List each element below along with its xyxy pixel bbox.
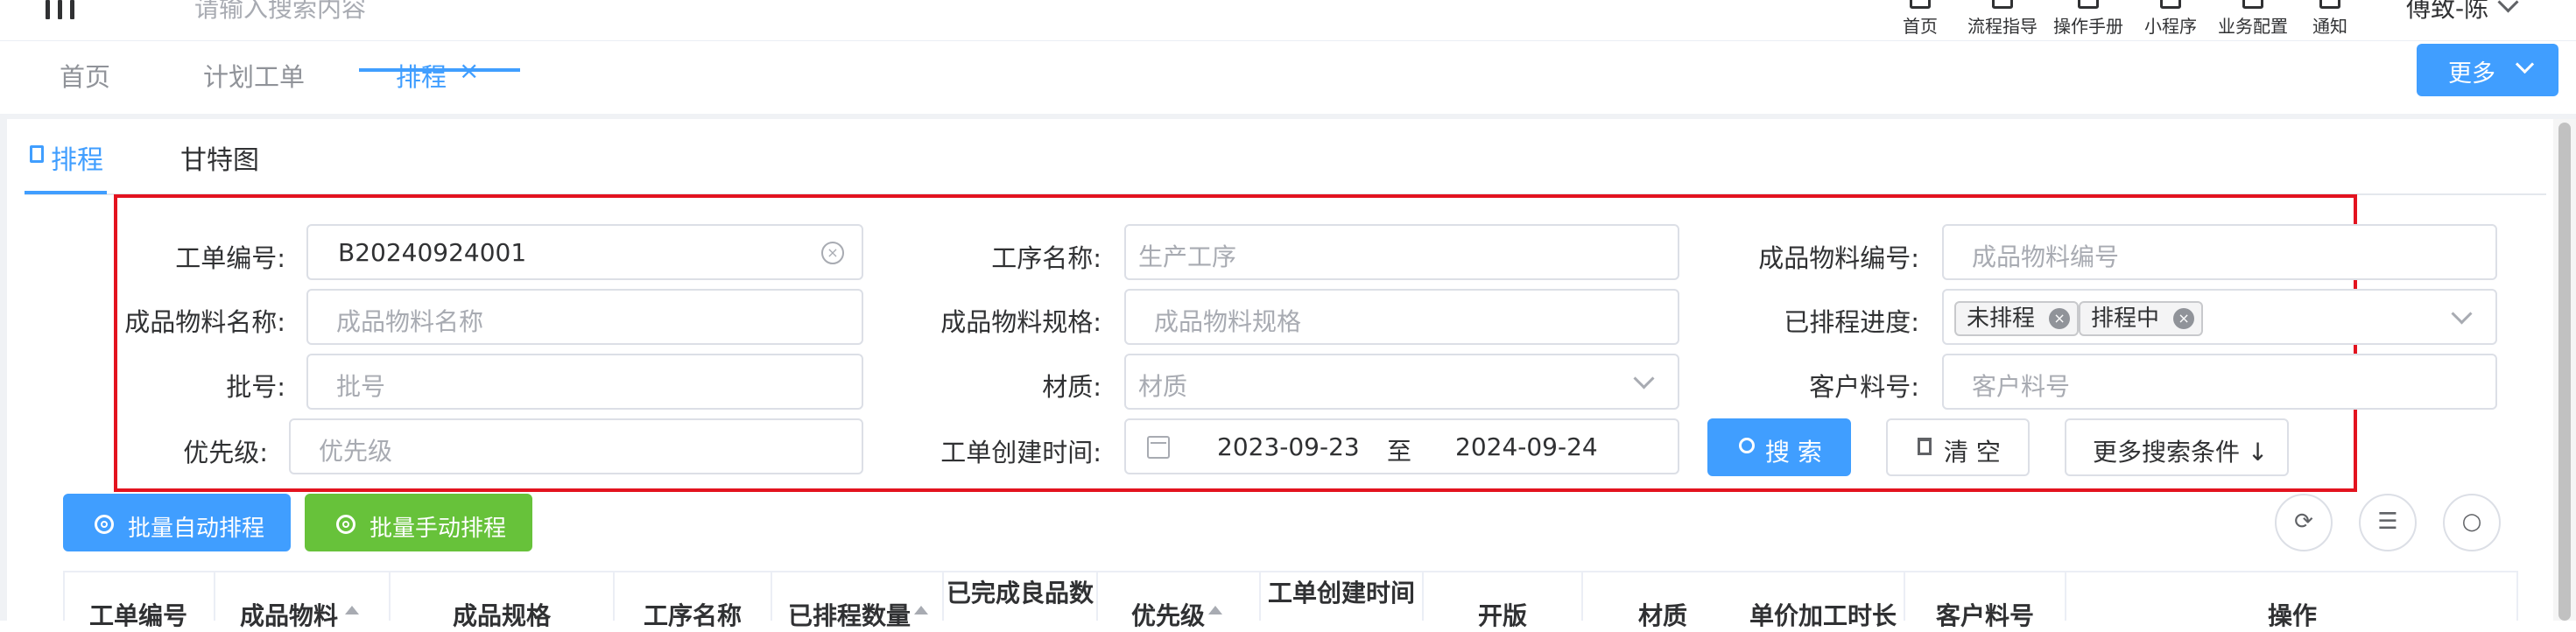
chevron-down-icon[interactable] <box>2451 303 2473 325</box>
date-start: 2023-09-23 <box>1217 432 1360 461</box>
clear-icon[interactable]: × <box>821 242 844 264</box>
tag-unscheduled: 未排程 × <box>1954 301 2080 336</box>
search-icon: ○ <box>2461 509 2482 535</box>
col-fp-material[interactable]: 成品物料 <box>215 571 391 630</box>
col-scheduled-qty[interactable]: 已排程数量 <box>772 571 944 630</box>
fp-code-label: 成品物料编号: <box>1758 243 1919 273</box>
active-tab-indicator <box>359 68 520 72</box>
col-fp-spec[interactable]: 成品规格 <box>391 571 615 630</box>
sort-icon[interactable] <box>345 606 359 614</box>
subtab-schedule[interactable]: 排程 <box>51 138 103 177</box>
refresh-button[interactable]: ⟳ <box>2275 494 2333 551</box>
order-no-input[interactable]: B20240924001 × <box>306 224 863 280</box>
scrollbar-thumb[interactable] <box>2558 123 2571 621</box>
tab-home[interactable]: 首页 <box>60 40 110 114</box>
col-cust-no[interactable]: 客户料号 <box>1905 571 2066 630</box>
process-guide-tool[interactable]: 流程指导 <box>1954 0 2051 40</box>
subtab-gantt[interactable]: 甘特图 <box>180 138 259 177</box>
active-subtab-indicator <box>25 191 107 194</box>
col-process-name[interactable]: 工序名称 <box>615 571 772 630</box>
more-button[interactable]: 更多 <box>2417 44 2558 96</box>
chat-icon <box>2160 0 2181 9</box>
col-priority[interactable]: 优先级 <box>1098 571 1261 630</box>
batch-label: 批号: <box>226 372 285 402</box>
process-name-label: 工序名称: <box>991 243 1101 273</box>
home-icon <box>1910 0 1931 9</box>
trash-icon <box>1918 438 1932 455</box>
left-gutter <box>0 114 7 621</box>
user-name[interactable]: 傅致-陈 <box>2406 0 2488 25</box>
fp-spec-label: 成品物料规格: <box>940 307 1101 337</box>
bell-icon <box>2319 0 2340 9</box>
search-icon <box>1739 438 1755 453</box>
gear-icon <box>95 515 114 534</box>
priority-input[interactable]: 优先级 <box>289 418 863 474</box>
chevron-down-icon <box>2515 54 2535 74</box>
order-no-label: 工单编号: <box>175 243 285 273</box>
tab-plan-orders[interactable]: 计划工单 <box>203 40 305 114</box>
config-icon <box>2242 0 2263 9</box>
col-actions[interactable]: 操作 <box>2066 571 2518 630</box>
gear-icon <box>336 515 355 534</box>
calendar-icon <box>1147 436 1170 459</box>
search-button[interactable]: 搜 索 <box>1707 418 1851 476</box>
document-icon <box>30 145 44 163</box>
notification-tool[interactable]: 通知 <box>2282 0 2378 40</box>
progress-select[interactable]: 未排程 × 排程中 × <box>1942 289 2497 345</box>
col-completed-good[interactable]: 已完成良品数 <box>944 571 1098 621</box>
material-label: 材质: <box>1042 372 1101 402</box>
tag-close-icon[interactable]: × <box>2173 308 2195 329</box>
priority-label: 优先级: <box>183 438 268 467</box>
fp-code-input[interactable]: 成品物料编号 <box>1942 224 2497 280</box>
batch-input[interactable]: 批号 <box>306 354 863 410</box>
column-settings-button[interactable]: ☰ <box>2359 494 2417 551</box>
toggle-search-button[interactable]: ○ <box>2443 494 2501 551</box>
date-end: 2024-09-24 <box>1455 432 1598 461</box>
tab-bar <box>0 40 2576 116</box>
fp-name-input[interactable]: 成品物料名称 <box>306 289 863 345</box>
chevron-down-icon <box>1633 368 1655 390</box>
date-range-picker[interactable]: 2023-09-23 至 2024-09-24 <box>1124 418 1679 474</box>
fp-name-label: 成品物料名称: <box>124 307 285 337</box>
book-icon <box>2078 0 2099 9</box>
batch-auto-schedule-button[interactable]: 批量自动排程 <box>63 494 291 551</box>
cust-no-input[interactable]: 客户料号 <box>1942 354 2497 410</box>
more-conditions-button[interactable]: 更多搜索条件 ↓ <box>2065 418 2289 476</box>
content-gap <box>0 114 2576 119</box>
col-unit-time[interactable]: 单价加工时长 <box>1742 571 1905 630</box>
tag-close-icon[interactable]: × <box>2049 308 2071 329</box>
sliders-icon: ☰ <box>2377 509 2398 535</box>
progress-label: 已排程进度: <box>1784 307 1919 337</box>
fp-spec-input[interactable]: 成品物料规格 <box>1124 289 1679 345</box>
col-created-time[interactable]: 工单创建时间 <box>1261 571 1424 621</box>
material-select[interactable]: 材质 <box>1124 354 1679 410</box>
refresh-icon: ⟳ <box>2294 509 2313 535</box>
global-search-input[interactable]: 请输入搜索内容 <box>194 0 366 25</box>
clear-button[interactable]: 清 空 <box>1886 418 2030 476</box>
date-separator: 至 <box>1387 437 1412 466</box>
batch-manual-schedule-button[interactable]: 批量手动排程 <box>305 494 532 551</box>
guide-icon <box>1992 0 2013 9</box>
cust-no-label: 客户料号: <box>1809 372 1919 402</box>
tab-schedule[interactable]: 排程 <box>396 40 447 114</box>
created-time-label: 工单创建时间: <box>940 438 1101 467</box>
sort-icon[interactable] <box>914 606 928 614</box>
menu-icon[interactable] <box>46 0 75 19</box>
sort-icon[interactable] <box>1208 606 1222 614</box>
col-plate[interactable]: 开版 <box>1424 571 1583 630</box>
tag-scheduling: 排程中 × <box>2079 301 2204 336</box>
process-name-input[interactable]: 生产工序 <box>1124 224 1679 280</box>
